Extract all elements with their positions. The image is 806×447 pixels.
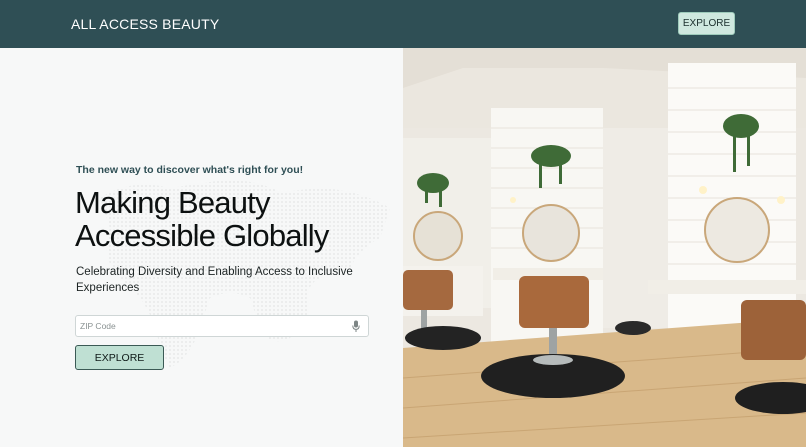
headline-line-1: Making Beauty xyxy=(75,185,270,220)
headline-line-2: Accessible Globally xyxy=(75,218,329,253)
hero-explore-button[interactable]: EXPLORE xyxy=(75,345,164,370)
header-explore-button[interactable]: EXPLORE xyxy=(678,12,735,35)
hero-subtext: Celebrating Diversity and Enabling Acces… xyxy=(76,266,353,294)
hero-headline: Making Beauty Accessible Globally xyxy=(75,186,395,252)
hero-tagline: The new way to discover what's right for… xyxy=(76,164,304,176)
salon-hero-image xyxy=(403,48,806,447)
brand-logo-text[interactable]: ALL ACCESS BEAUTY xyxy=(71,16,219,32)
top-navigation-bar: ALL ACCESS BEAUTY EXPLORE xyxy=(0,0,806,48)
salon-illustration xyxy=(403,48,806,447)
microphone-icon[interactable] xyxy=(352,320,360,333)
zip-code-search-field[interactable] xyxy=(75,315,369,337)
zip-code-input[interactable] xyxy=(80,316,340,336)
hero-panel: The new way to discover what's right for… xyxy=(0,48,403,447)
